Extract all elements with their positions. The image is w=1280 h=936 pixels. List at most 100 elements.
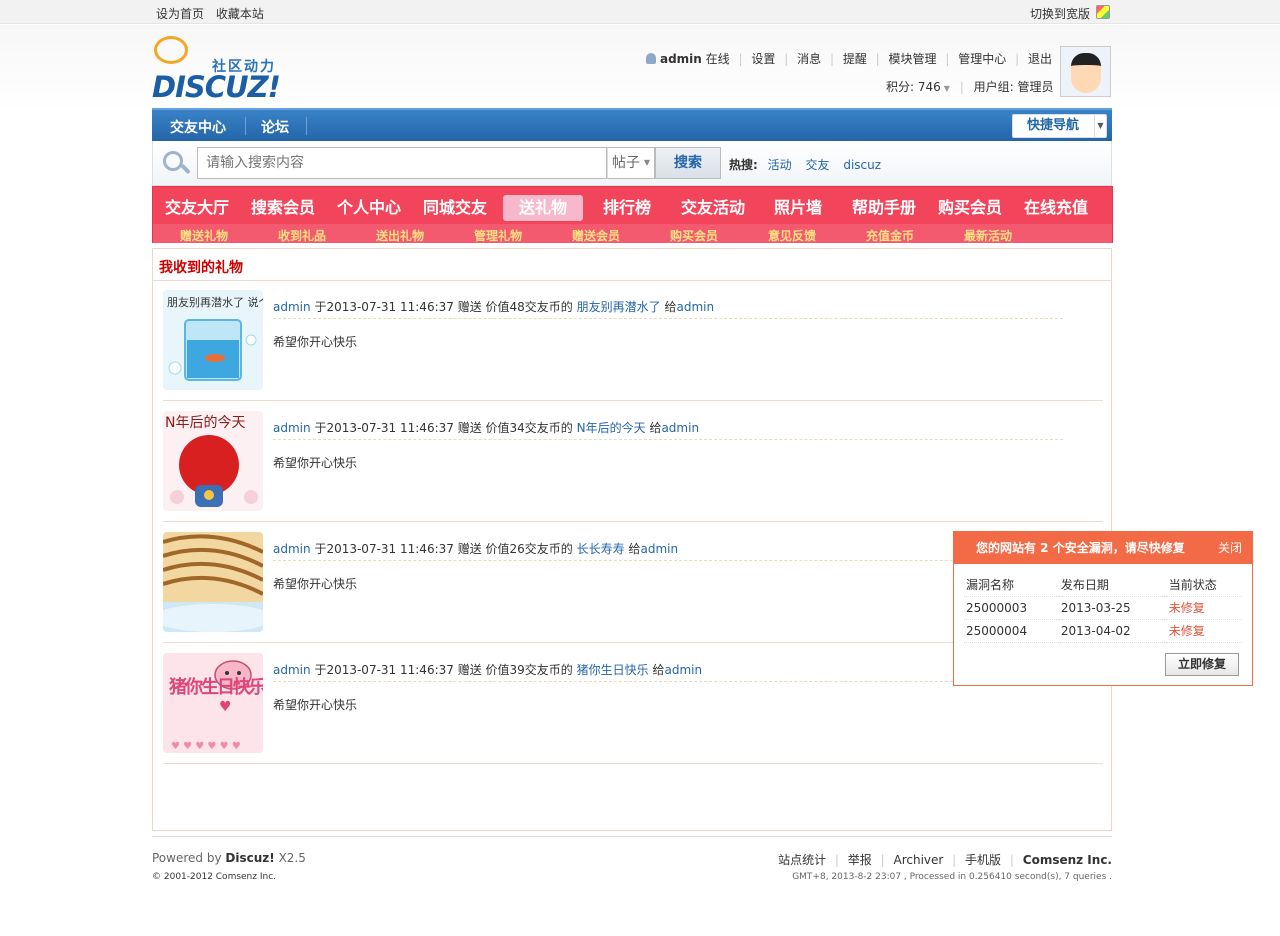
menu-item-personal-center[interactable]: 个人中心 xyxy=(337,195,401,221)
vuln-status: 未修复 xyxy=(1166,619,1242,643)
table-row: 25000003 2013-03-25 未修复 xyxy=(964,596,1242,620)
divider: | xyxy=(829,52,834,66)
column-header: 当前状态 xyxy=(1166,573,1242,597)
divider xyxy=(273,560,1063,561)
search-button[interactable]: 搜索 xyxy=(655,147,721,179)
divider xyxy=(273,318,1063,319)
sub-item-manage-gifts[interactable]: 管理礼物 xyxy=(474,227,522,244)
mobile-link[interactable]: 手机版 xyxy=(965,853,1001,867)
gift-name-link[interactable]: 朋友别再潜水了 xyxy=(577,300,661,314)
gift-line: admin 于2013-07-31 11:46:37 赠送 价值48交友币的 朋… xyxy=(273,298,714,315)
gift-image[interactable] xyxy=(163,532,263,632)
sub-item-latest-events[interactable]: 最新活动 xyxy=(964,227,1012,244)
set-home-link[interactable]: 设为首页 xyxy=(156,7,204,21)
messages-link[interactable]: 消息 xyxy=(797,52,821,66)
sub-item-received-gifts[interactable]: 收到礼品 xyxy=(278,227,326,244)
points-link[interactable]: 积分: 746 xyxy=(886,80,941,94)
admin-center-link[interactable]: 管理中心 xyxy=(958,52,1006,66)
notifications-link[interactable]: 提醒 xyxy=(843,52,867,66)
popup-header: 您的网站有 2 个安全漏洞，请尽快修复 关闭 xyxy=(954,532,1252,564)
gift-time: 于2013-07-31 11:46:37 赠送 价值26交友币的 xyxy=(314,542,573,556)
user-icon xyxy=(645,53,656,64)
menu-item-buy-member[interactable]: 购买会员 xyxy=(938,195,1002,221)
sub-item-give-member[interactable]: 赠送会员 xyxy=(572,227,620,244)
menu-item-help[interactable]: 帮助手册 xyxy=(852,195,916,221)
quick-nav-button[interactable]: 快捷导航 ▼ xyxy=(1012,114,1107,138)
menu-item-recharge[interactable]: 在线充值 xyxy=(1024,195,1088,221)
to-prefix: 给 xyxy=(664,300,677,314)
gift-image[interactable]: N年后的今天 xyxy=(163,411,263,511)
gift-image[interactable]: 猪你生日快乐 ♥ ♥ ♥ ♥ ♥ ♥ ♥ xyxy=(163,653,263,753)
security-alert-popup: 您的网站有 2 个安全漏洞，请尽快修复 关闭 漏洞名称 发布日期 当前状态 25… xyxy=(953,531,1253,686)
sub-item-sent-gifts[interactable]: 送出礼物 xyxy=(376,227,424,244)
nav-divider xyxy=(245,117,246,135)
recipient-link[interactable]: admin xyxy=(664,663,702,677)
gift-line: admin 于2013-07-31 11:46:37 赠送 价值34交友币的 N… xyxy=(273,419,699,436)
divider: | xyxy=(784,52,789,66)
sender-link[interactable]: admin xyxy=(273,663,311,677)
column-header: 漏洞名称 xyxy=(964,573,1059,597)
recipient-link[interactable]: admin xyxy=(676,300,714,314)
menu-item-send-gift[interactable]: 送礼物 xyxy=(503,195,583,221)
site-logo[interactable]: 社区动力 DISCUZ! xyxy=(152,34,292,104)
report-link[interactable]: 举报 xyxy=(848,853,872,867)
menu-item-photo-wall[interactable]: 照片墙 xyxy=(774,195,822,221)
hot-search: 热搜: 活动 交友 discuz xyxy=(729,156,891,173)
sub-item-recharge-coins[interactable]: 充值金币 xyxy=(866,227,914,244)
gift-name-link[interactable]: N年后的今天 xyxy=(577,421,646,435)
powered-by: Powered by Discuz! X2.5 xyxy=(152,851,306,865)
search-type-label: 帖子 xyxy=(612,155,640,171)
user-group-link[interactable]: 用户组: 管理员 xyxy=(974,80,1054,94)
menu-item-events[interactable]: 交友活动 xyxy=(681,195,745,221)
logout-link[interactable]: 退出 xyxy=(1028,52,1052,66)
menu-item-local-dating[interactable]: 同城交友 xyxy=(423,195,487,221)
username-link[interactable]: admin xyxy=(660,52,702,66)
gift-name-link[interactable]: 猪你生日快乐 xyxy=(577,663,649,677)
logo-wordmark: DISCUZ! xyxy=(152,70,281,104)
search-input[interactable] xyxy=(197,147,607,179)
search-type-select[interactable]: 帖子 ▼ xyxy=(607,147,655,179)
site-stats-link[interactable]: 站点统计 xyxy=(778,853,826,867)
nav-divider xyxy=(306,117,307,135)
column-header: 发布日期 xyxy=(1058,573,1167,597)
online-status[interactable]: 在线 xyxy=(706,52,730,66)
company-link[interactable]: Comsenz Inc. xyxy=(1023,853,1112,867)
sender-link[interactable]: admin xyxy=(273,421,311,435)
sender-link[interactable]: admin xyxy=(273,300,311,314)
menu-item-ranking[interactable]: 排行榜 xyxy=(603,195,651,221)
settings-link[interactable]: 设置 xyxy=(751,52,775,66)
module-manage-link[interactable]: 模块管理 xyxy=(889,52,937,66)
menu-item-hall[interactable]: 交友大厅 xyxy=(165,195,229,221)
hot-term-activity[interactable]: 活动 xyxy=(768,158,792,172)
svg-text:♥ ♥ ♥ ♥ ♥ ♥: ♥ ♥ ♥ ♥ ♥ ♥ xyxy=(171,741,241,752)
fix-now-button[interactable]: 立即修复 xyxy=(1165,653,1239,676)
recipient-link[interactable]: admin xyxy=(661,421,699,435)
switch-wide-link[interactable]: 切换到宽版 xyxy=(1030,5,1090,22)
avatar[interactable] xyxy=(1060,46,1111,97)
bookmark-link[interactable]: 收藏本站 xyxy=(216,7,264,21)
hot-term-dating[interactable]: 交友 xyxy=(805,158,829,172)
powered-brand-link[interactable]: Discuz! xyxy=(225,851,274,865)
close-button[interactable]: 关闭 xyxy=(1218,532,1242,564)
chevron-down-icon: ▼ xyxy=(643,158,650,167)
menu-item-search-member[interactable]: 搜索会员 xyxy=(251,195,315,221)
gift-name-link[interactable]: 长长寿寿 xyxy=(577,542,625,556)
archiver-link[interactable]: Archiver xyxy=(894,853,944,867)
search-icon xyxy=(163,151,193,177)
sub-item-give-gift[interactable]: 赠送礼物 xyxy=(180,227,228,244)
divider: | xyxy=(1015,52,1020,66)
hot-term-discuz[interactable]: discuz xyxy=(843,158,881,172)
gift-image[interactable]: 朋友别再潜水了 说个话嘛 xyxy=(163,290,263,390)
recipient-link[interactable]: admin xyxy=(640,542,678,556)
nav-item-forum[interactable]: 论坛 xyxy=(261,117,289,137)
top-bar: 设为首页 收藏本站 切换到宽版 xyxy=(0,0,1280,24)
widescreen-icon[interactable] xyxy=(1096,5,1110,19)
divider: | xyxy=(945,52,950,66)
nav-item-dating-center[interactable]: 交友中心 xyxy=(170,117,226,137)
sender-link[interactable]: admin xyxy=(273,542,311,556)
user-bar: admin 在线 | 设置 | 消息 | 提醒 | 模块管理 | 管理中心 | … xyxy=(645,50,1052,67)
vuln-status: 未修复 xyxy=(1166,596,1242,620)
sub-item-buy-member[interactable]: 购买会员 xyxy=(670,227,718,244)
sub-item-feedback[interactable]: 意见反馈 xyxy=(768,227,816,244)
chevron-down-icon[interactable]: ▼ xyxy=(944,84,950,93)
